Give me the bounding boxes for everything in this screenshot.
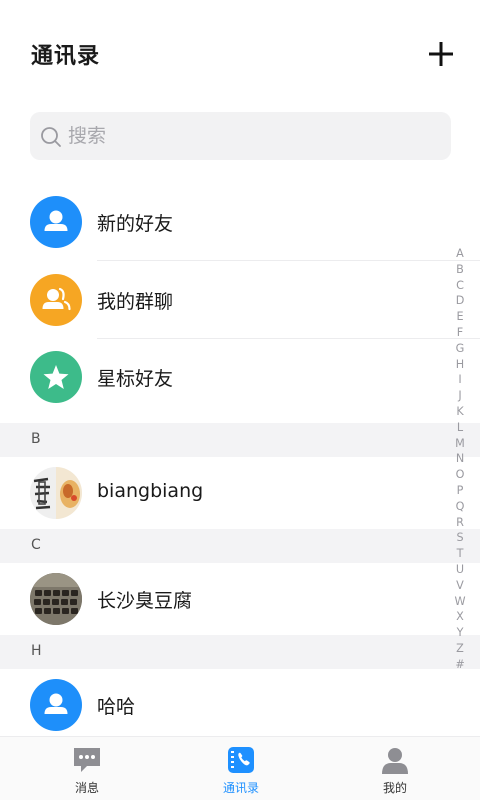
add-button[interactable]: [425, 38, 457, 70]
plus-icon: [429, 42, 453, 66]
new-friends-item[interactable]: 新的好友: [0, 186, 480, 258]
starred-friends-label: 星标好友: [97, 368, 174, 390]
index-letter[interactable]: J: [452, 388, 468, 404]
index-letter[interactable]: Z: [452, 641, 468, 657]
tab-bar: 消息 通讯录 我的: [0, 736, 480, 800]
header: 通讯录: [0, 0, 480, 106]
index-letter[interactable]: B: [452, 262, 468, 278]
person-icon: [382, 748, 408, 774]
section-header-c: C: [0, 529, 480, 563]
index-letter[interactable]: G: [452, 341, 468, 357]
page-title: 通讯录: [31, 44, 101, 69]
index-letter[interactable]: U: [452, 562, 468, 578]
starred-friends-item[interactable]: 星标好友: [0, 341, 480, 413]
search-icon: [41, 127, 61, 147]
contact-name: 哈哈: [97, 696, 136, 718]
index-letter[interactable]: A: [452, 246, 468, 262]
alphabet-index[interactable]: A B C D E F G H I J K L M N O P Q R S T U V W X Y Z #: [452, 246, 468, 673]
index-letter[interactable]: W: [452, 594, 468, 610]
contact-avatar: [30, 679, 82, 731]
contact-name: biangbiang: [97, 480, 204, 502]
contacts-book-icon: [228, 747, 254, 773]
my-groups-item[interactable]: 我的群聊: [0, 264, 480, 336]
index-letter[interactable]: Q: [452, 499, 468, 515]
index-letter[interactable]: C: [452, 278, 468, 294]
photo-avatar-icon: [30, 467, 82, 519]
divider: [97, 260, 480, 261]
index-letter[interactable]: V: [452, 578, 468, 594]
section-letter: C: [31, 537, 41, 553]
tab-label: 我的: [382, 781, 407, 795]
tab-label: 消息: [74, 781, 99, 795]
contact-avatar: [30, 573, 82, 625]
tab-contacts[interactable]: 通讯录: [181, 737, 301, 800]
index-letter[interactable]: X: [452, 609, 468, 625]
tab-profile[interactable]: 我的: [335, 737, 455, 800]
my-groups-label: 我的群聊: [97, 291, 174, 313]
divider: [97, 338, 480, 339]
chat-icon: [74, 748, 100, 772]
section-header-h: H: [0, 635, 480, 669]
index-letter[interactable]: Y: [452, 625, 468, 641]
index-letter[interactable]: I: [452, 372, 468, 388]
index-letter[interactable]: N: [452, 451, 468, 467]
index-letter[interactable]: O: [452, 467, 468, 483]
index-letter[interactable]: T: [452, 546, 468, 562]
index-letter[interactable]: F: [452, 325, 468, 341]
person-icon: [44, 693, 68, 714]
index-letter[interactable]: #: [452, 657, 468, 673]
index-letter[interactable]: H: [452, 357, 468, 373]
contact-item[interactable]: 长沙臭豆腐: [0, 563, 480, 635]
search-bar[interactable]: [30, 112, 451, 160]
person-icon: [44, 210, 68, 231]
tab-messages[interactable]: 消息: [27, 737, 147, 800]
search-input[interactable]: [68, 112, 438, 160]
section-letter: B: [31, 431, 41, 447]
index-letter[interactable]: R: [452, 515, 468, 531]
contact-item[interactable]: biangbiang: [0, 457, 480, 529]
index-letter[interactable]: L: [452, 420, 468, 436]
index-letter[interactable]: P: [452, 483, 468, 499]
starred-friends-avatar: [30, 351, 82, 403]
contact-item[interactable]: 哈哈: [0, 669, 480, 741]
my-groups-avatar: [30, 274, 82, 326]
index-letter[interactable]: S: [452, 530, 468, 546]
star-icon: [43, 365, 69, 389]
index-letter[interactable]: D: [452, 293, 468, 309]
contact-name: 长沙臭豆腐: [97, 590, 193, 612]
group-icon: [42, 287, 71, 311]
new-friends-label: 新的好友: [97, 213, 174, 235]
index-letter[interactable]: E: [452, 309, 468, 325]
section-header-b: B: [0, 423, 480, 457]
photo-avatar-icon: [30, 573, 82, 625]
contact-avatar: [30, 467, 82, 519]
index-letter[interactable]: M: [452, 436, 468, 452]
new-friends-avatar: [30, 196, 82, 248]
section-letter: H: [31, 643, 42, 659]
index-letter[interactable]: K: [452, 404, 468, 420]
tab-label: 通讯录: [222, 781, 259, 795]
